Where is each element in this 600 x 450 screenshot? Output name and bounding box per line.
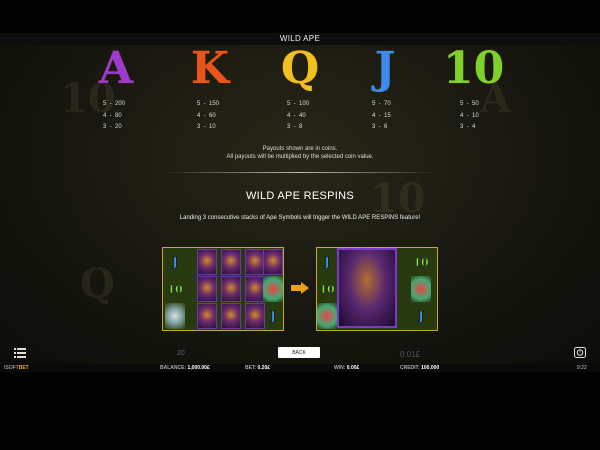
history-icon[interactable] <box>574 347 586 358</box>
ape-head-symbol <box>263 249 283 275</box>
reel-column <box>197 249 217 329</box>
payline: 3 - 20 <box>103 124 122 130</box>
wild-ape-big-symbol <box>337 248 397 328</box>
payline: 5 - 150 <box>197 101 220 107</box>
bird-symbol <box>411 276 431 302</box>
respins-title: WILD APE RESPINS <box>245 190 355 202</box>
payline: 5 - 70 <box>372 101 391 107</box>
bet-value: 0.20£ <box>257 365 271 371</box>
payline: 5 - 100 <box>287 101 310 107</box>
logo-right: BET <box>18 365 29 371</box>
paytable-symbols: A 5 - 200 4 - 80 3 - 20 K 5 - 150 4 - 60… <box>0 45 600 145</box>
ape-symbol <box>197 276 217 302</box>
symbol-a: A <box>98 45 134 94</box>
reel-column: J <box>263 249 283 329</box>
background-win-value: 0.01£ <box>400 350 421 359</box>
payline: 4 - 60 <box>197 112 216 119</box>
reel-column: 10 J <box>411 249 431 329</box>
symbol-10: 10 <box>167 282 183 296</box>
ape-symbol <box>197 303 217 329</box>
symbol-10: 10 <box>442 45 505 94</box>
bird-symbol <box>263 276 283 302</box>
paytable-entry: A 5 - 200 4 - 80 3 - 20 <box>86 45 146 134</box>
symbol-j: J <box>270 309 276 324</box>
game-title: WILD APE <box>0 33 600 45</box>
symbol-k: K <box>190 45 230 94</box>
ape-symbol <box>245 249 265 275</box>
ape-symbol <box>221 276 241 302</box>
payline: 3 - 10 <box>197 124 216 130</box>
symbol-j: J <box>418 309 424 324</box>
example-reel-before: J 10 J <box>162 247 284 331</box>
reel-column <box>221 249 241 329</box>
payline: 4 - 80 <box>103 112 122 119</box>
status-bar: ISOFTBET BALANCE: 1,000.00£ BET: 0.20£ W… <box>0 364 600 372</box>
background-bet-value: 20 <box>177 350 185 357</box>
symbol-10: 10 <box>319 282 335 296</box>
reel-column <box>245 249 265 329</box>
reel-column: J 10 <box>165 249 185 329</box>
section-divider <box>160 172 440 173</box>
example-reel-after: J 10 10 J <box>316 247 438 331</box>
balance-label: BALANCE: <box>160 365 187 371</box>
symbol-j: J <box>374 45 396 94</box>
paytable-entry: J 5 - 70 4 - 15 3 - 6 <box>355 45 415 134</box>
respins-description: Landing 3 consecutive stacks of Ape Symb… <box>179 215 421 221</box>
logo-left: ISOFT <box>4 365 19 371</box>
balance-value: 1,000.00£ <box>187 365 210 371</box>
payline: 4 - 40 <box>287 112 306 119</box>
clock: 9:22 <box>577 365 587 371</box>
payout-note: Payouts shown are in coins. <box>262 146 338 152</box>
symbol-j: J <box>172 255 178 270</box>
paytable-entry: Q 5 - 100 4 - 40 3 - 8 <box>270 45 330 134</box>
payline: 4 - 10 <box>460 112 479 119</box>
win-value: 0.00£ <box>346 365 360 371</box>
bird-symbol <box>317 303 337 329</box>
symbol-j: J <box>324 255 330 270</box>
payline: 3 - 6 <box>372 124 388 130</box>
payline: 5 - 200 <box>103 101 126 107</box>
ape-symbol <box>197 249 217 275</box>
ape-symbol <box>245 303 265 329</box>
paytable-entry: K 5 - 150 4 - 60 3 - 10 <box>180 45 240 134</box>
ape-symbol <box>221 249 241 275</box>
payline: 5 - 50 <box>460 101 479 107</box>
ape-symbol <box>221 303 241 329</box>
payline: 3 - 4 <box>460 124 476 130</box>
bet-label: BET: <box>245 365 257 371</box>
credit-label: CREDIT: <box>400 365 420 371</box>
payout-note: All payouts will be multiplied by the se… <box>226 154 374 160</box>
menu-icon[interactable] <box>14 348 26 358</box>
win-label: WIN: <box>334 365 346 371</box>
credit-value: 100,000 <box>421 365 440 371</box>
top-bar <box>0 0 600 22</box>
paytable-panel: 10 A Q 10 A 5 - 200 4 - 80 3 - 20 K 5 - … <box>0 45 600 364</box>
vase-symbol <box>165 303 185 329</box>
reel-column: J 10 <box>317 249 337 329</box>
paytable-entry: 10 5 - 50 4 - 10 3 - 4 <box>442 45 505 134</box>
symbol-q: Q <box>280 45 320 94</box>
ape-symbol <box>245 276 265 302</box>
brand-logo: ISOFTBET <box>4 365 29 371</box>
right-arrow-icon <box>291 282 309 294</box>
payline: 3 - 8 <box>287 124 303 130</box>
payout-notes: Payouts shown are in coins. All payouts … <box>0 145 600 161</box>
symbol-10: 10 <box>413 255 429 269</box>
back-button[interactable]: BACK <box>278 347 320 358</box>
payline: 4 - 15 <box>372 112 391 119</box>
background-symbol: Q <box>80 260 115 307</box>
